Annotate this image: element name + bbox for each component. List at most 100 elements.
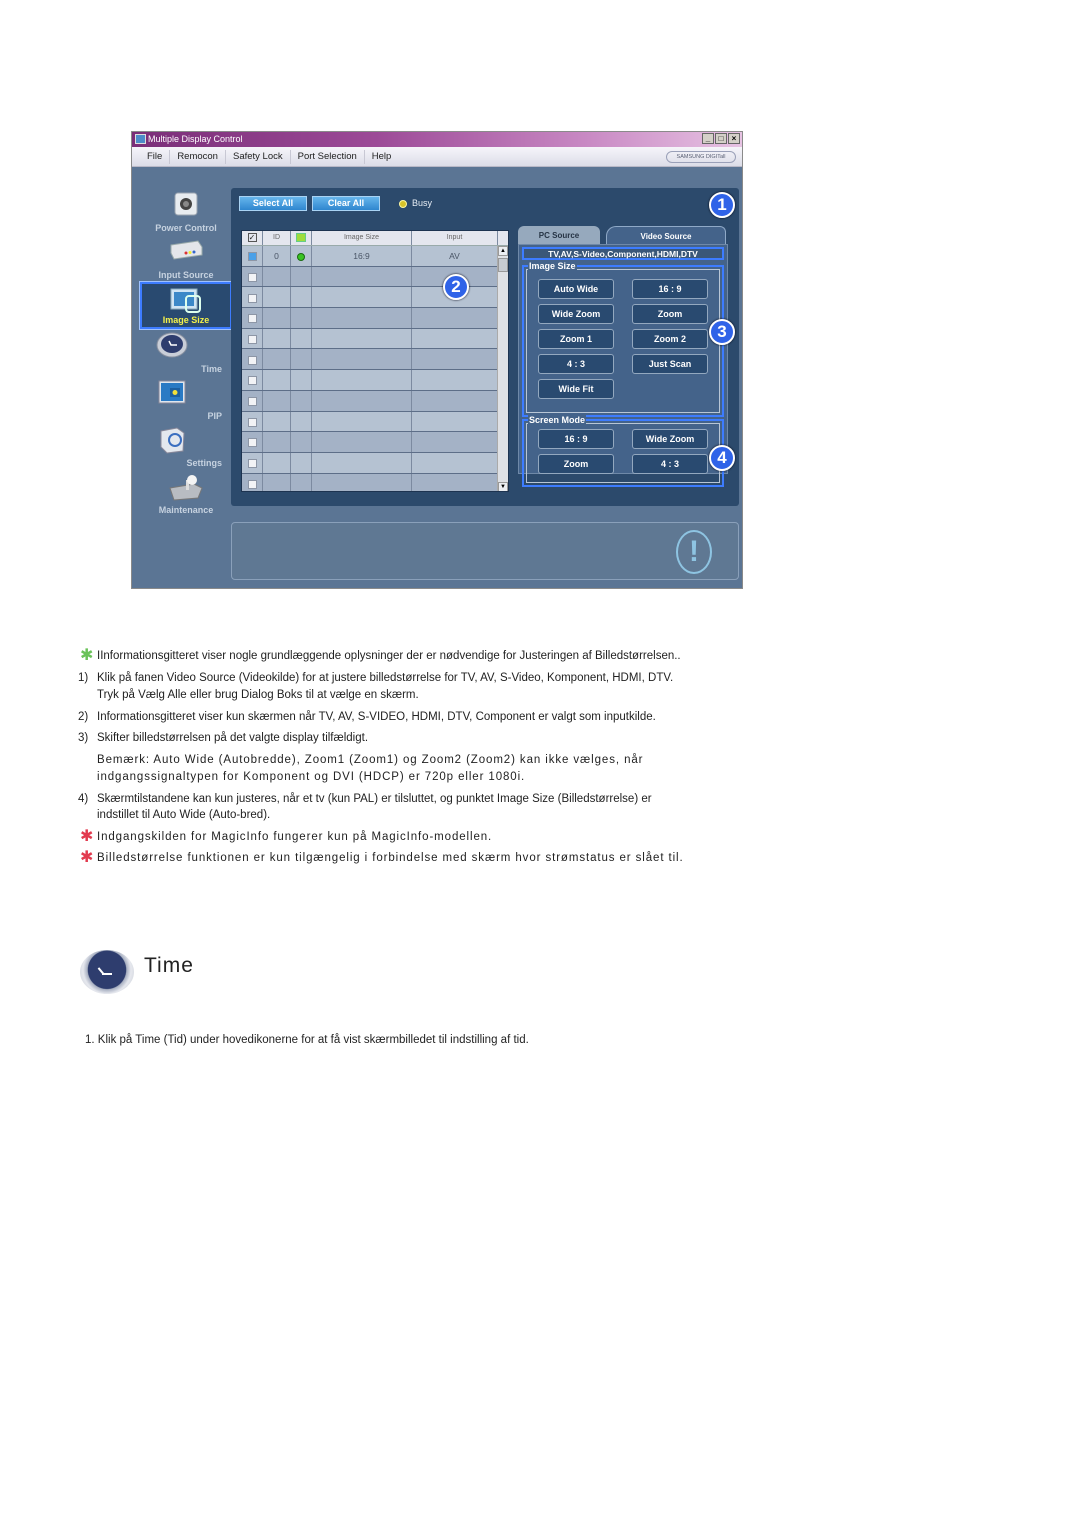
nav-input-source[interactable]: Input Source: [140, 235, 232, 282]
row-checkbox-cell[interactable]: [242, 452, 263, 473]
row-checkbox-cell[interactable]: [242, 349, 263, 370]
image-size-wide-zoom-button[interactable]: Wide Zoom: [538, 304, 614, 324]
image-size-16-9-button[interactable]: 16 : 9: [632, 279, 708, 299]
table-row[interactable]: [242, 328, 508, 350]
row-checkbox-cell[interactable]: [242, 287, 263, 308]
image-size-auto-wide-button[interactable]: Auto Wide: [538, 279, 614, 299]
cell-id: [263, 452, 291, 473]
image-size-4-3-button[interactable]: 4 : 3: [538, 354, 614, 374]
maximize-button[interactable]: □: [715, 133, 727, 144]
table-row[interactable]: [242, 473, 508, 491]
scroll-thumb[interactable]: [498, 258, 508, 272]
nav-power-control[interactable]: Power Control: [140, 188, 232, 235]
grid-scrollbar[interactable]: ▲ ▼: [497, 246, 508, 491]
cell-input: [412, 411, 498, 432]
row-checkbox[interactable]: [247, 417, 257, 427]
main-icon-nav: Power Control Input Source Image Size Ti…: [139, 188, 233, 517]
select-all-button[interactable]: Select All: [239, 196, 307, 211]
red-star-icon: ✱: [80, 849, 95, 866]
cell-id: [263, 308, 291, 328]
image-size-zoom2-button[interactable]: Zoom 2: [632, 329, 708, 349]
row-checkbox[interactable]: [247, 376, 257, 386]
cell-id: [263, 473, 291, 491]
row-checkbox-cell[interactable]: [242, 432, 263, 452]
screen-mode-16-9-button[interactable]: 16 : 9: [538, 429, 614, 449]
power-status-icon: [296, 232, 306, 242]
callout-3: 3: [709, 319, 735, 345]
row-checkbox-cell[interactable]: [242, 370, 263, 390]
cell-image-size: [312, 473, 412, 491]
cell-id: [263, 432, 291, 452]
cell-image-size: [312, 349, 412, 370]
image-size-zoom1-button[interactable]: Zoom 1: [538, 329, 614, 349]
tab-pc-source[interactable]: PC Source: [518, 226, 600, 244]
cell-id: [263, 390, 291, 411]
row-checkbox-cell[interactable]: [242, 473, 263, 491]
menu-safety-lock[interactable]: Safety Lock: [226, 149, 291, 164]
table-row[interactable]: [242, 349, 508, 371]
row-checkbox[interactable]: [247, 272, 257, 282]
row-checkbox[interactable]: [247, 293, 257, 303]
scroll-up-arrow-icon[interactable]: ▲: [498, 246, 508, 256]
table-row[interactable]: [242, 370, 508, 391]
nav-pip[interactable]: PIP: [140, 376, 232, 423]
row-checkbox-cell[interactable]: [242, 411, 263, 432]
content-area: Power Control Input Source Image Size Ti…: [132, 168, 742, 588]
nav-label: PIP: [207, 411, 222, 421]
mdc-window-screenshot: Multiple Display Control _ □ × File Remo…: [131, 131, 743, 589]
header-id[interactable]: ID: [263, 231, 291, 245]
row-checkbox-cell[interactable]: [242, 266, 263, 287]
clear-all-button[interactable]: Clear All: [312, 196, 380, 211]
close-button[interactable]: ×: [728, 133, 740, 144]
cell-image-size: [312, 328, 412, 349]
image-size-zoom-button[interactable]: Zoom: [632, 304, 708, 324]
nav-settings[interactable]: Settings: [140, 423, 232, 470]
row-checkbox-cell[interactable]: [242, 328, 263, 349]
header-input[interactable]: Input: [412, 231, 498, 245]
cell-power: [291, 328, 312, 349]
row-checkbox[interactable]: [247, 335, 257, 344]
time-step-1: 1. Klik på Time (Tid) under hovedikonern…: [85, 1034, 529, 1046]
table-row[interactable]: 0 16:9 AV: [242, 246, 508, 267]
minimize-button[interactable]: _: [702, 133, 714, 144]
menu-port-selection[interactable]: Port Selection: [291, 149, 365, 164]
row-checkbox[interactable]: [247, 459, 257, 469]
row-checkbox-cell[interactable]: [242, 390, 263, 411]
row-checkbox[interactable]: [247, 397, 257, 407]
callout-4: 4: [709, 445, 735, 471]
table-row[interactable]: [242, 308, 508, 329]
table-row[interactable]: [242, 432, 508, 453]
cell-id: [263, 287, 291, 308]
nav-time[interactable]: Time: [140, 329, 232, 376]
row-checkbox-cell[interactable]: [242, 308, 263, 328]
table-row[interactable]: [242, 411, 508, 433]
row-checkbox[interactable]: [247, 314, 257, 324]
row-checkbox[interactable]: [247, 252, 257, 262]
table-row[interactable]: [242, 390, 508, 412]
cell-image-size: [312, 308, 412, 328]
nav-label: Settings: [186, 458, 222, 468]
nav-maintenance[interactable]: Maintenance: [140, 470, 232, 517]
image-size-just-scan-button[interactable]: Just Scan: [632, 354, 708, 374]
table-row[interactable]: [242, 452, 508, 474]
header-select-all-checkbox[interactable]: ✓: [242, 231, 263, 245]
screen-mode-zoom-button[interactable]: Zoom: [538, 454, 614, 474]
header-power-status[interactable]: [291, 231, 312, 245]
image-size-wide-fit-button[interactable]: Wide Fit: [538, 379, 614, 399]
nav-image-size[interactable]: Image Size: [139, 281, 233, 330]
row-checkbox[interactable]: [247, 438, 257, 448]
header-image-size[interactable]: Image Size: [312, 231, 412, 245]
tab-video-source[interactable]: Video Source: [606, 226, 726, 244]
row-checkbox-cell[interactable]: [242, 246, 263, 266]
cell-image-size: [312, 266, 412, 287]
row-checkbox[interactable]: [247, 355, 257, 365]
cell-power: [291, 411, 312, 432]
menu-remocon[interactable]: Remocon: [170, 149, 226, 164]
menu-file[interactable]: File: [140, 149, 171, 164]
screen-mode-wide-zoom-button[interactable]: Wide Zoom: [632, 429, 708, 449]
scroll-down-arrow-icon[interactable]: ▼: [498, 482, 508, 491]
window-title: Multiple Display Control: [148, 134, 243, 144]
screen-mode-4-3-button[interactable]: 4 : 3: [632, 454, 708, 474]
menu-help[interactable]: Help: [365, 150, 399, 164]
row-checkbox[interactable]: [247, 479, 257, 489]
